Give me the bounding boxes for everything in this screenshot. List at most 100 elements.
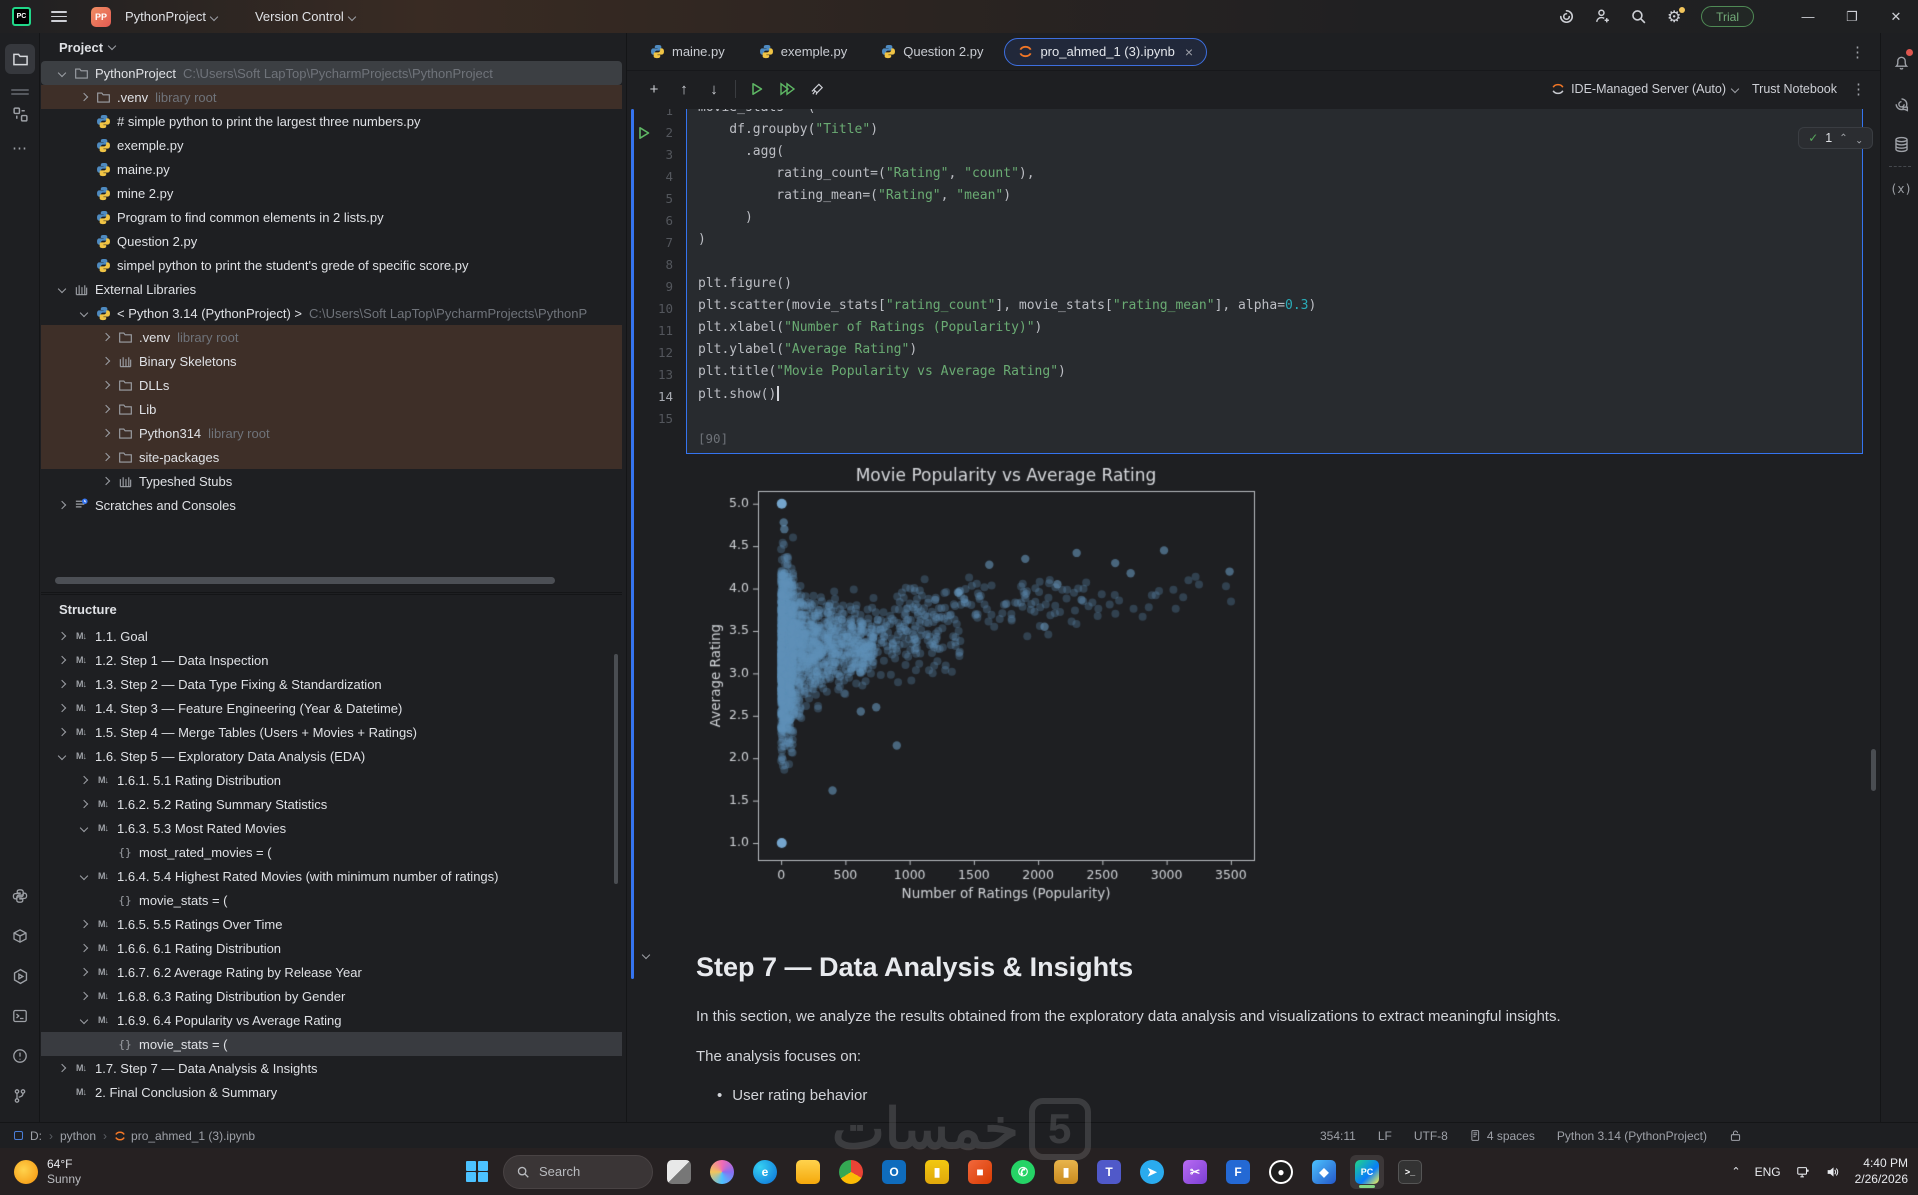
project-tree-row[interactable]: Question 2.py <box>41 229 622 253</box>
search-everywhere-icon[interactable] <box>1629 8 1647 26</box>
caret-position[interactable]: 354:11 <box>1320 1129 1356 1143</box>
project-tree-row[interactable]: mine 2.py <box>41 181 622 205</box>
structure-tree-row[interactable]: M↓ 1.6.1. 5.1 Rating Distribution <box>41 768 622 792</box>
chevron-down-icon[interactable] <box>53 284 71 294</box>
lock-icon[interactable] <box>1729 1129 1742 1142</box>
taskbar-app-powerbi[interactable]: ▮ <box>920 1155 954 1189</box>
chevron-down-icon[interactable] <box>53 68 71 78</box>
project-tool-icon[interactable] <box>5 44 35 74</box>
notifications-bell-icon[interactable] <box>1888 49 1914 75</box>
chevron-right-icon[interactable] <box>75 991 93 1001</box>
structure-tree-row[interactable]: {} movie_stats = ( <box>41 888 622 912</box>
clock[interactable]: 4:40 PM 2/26/2026 <box>1855 1156 1908 1187</box>
python-packages-icon[interactable] <box>5 881 35 911</box>
chevron-right-icon[interactable] <box>75 919 93 929</box>
minimize-button[interactable]: — <box>1786 0 1830 33</box>
tab-maine-py[interactable]: maine.py <box>637 39 738 64</box>
taskbar-app-file-explorer[interactable] <box>791 1155 825 1189</box>
structure-tree-row[interactable]: M↓ 1.6.2. 5.2 Rating Summary Statistics <box>41 792 622 816</box>
language-indicator[interactable]: ENG <box>1755 1165 1781 1179</box>
taskbar-app-whatsapp[interactable]: ✆ <box>1006 1155 1040 1189</box>
clear-outputs-icon[interactable] <box>804 76 830 102</box>
chevron-down-icon[interactable] <box>75 871 93 881</box>
toolbar-kebab-icon[interactable]: ⋮ <box>1851 80 1866 98</box>
code-line[interactable]: movie_stats = ( <box>687 109 1861 122</box>
chevron-right-icon[interactable] <box>75 775 93 785</box>
chevron-down-icon[interactable] <box>107 41 117 51</box>
code-line[interactable]: plt.title("Movie Popularity vs Average R… <box>687 364 1861 386</box>
code-line[interactable]: ) <box>687 210 1861 232</box>
chevron-right-icon[interactable] <box>97 404 115 414</box>
tab-question-2-py[interactable]: Question 2.py <box>868 39 996 64</box>
code-line[interactable]: plt.show() <box>687 386 1861 408</box>
project-tree-row[interactable]: Scratches and Consoles <box>41 493 622 517</box>
taskbar-app-office[interactable]: ■ <box>963 1155 997 1189</box>
taskbar-app-pycharm[interactable]: PC <box>1350 1154 1384 1189</box>
settings-gear-icon[interactable]: ⚙ <box>1665 6 1686 26</box>
prev-cell-icon[interactable]: ⌃ <box>1839 133 1847 144</box>
structure-tree-row[interactable]: M↓ 1.6.3. 5.3 Most Rated Movies <box>41 816 622 840</box>
chevron-right-icon[interactable] <box>75 799 93 809</box>
chevron-right-icon[interactable] <box>75 92 93 102</box>
taskbar-app-terminal[interactable]: >_ <box>1393 1155 1427 1189</box>
structure-tree-row[interactable]: M↓ 1.2. Step 1 — Data Inspection <box>41 648 622 672</box>
breadcrumb-drive[interactable]: D: <box>30 1129 42 1143</box>
taskbar-app-paint3d[interactable]: ◆ <box>1307 1155 1341 1189</box>
tab-options-icon[interactable]: ⋮ <box>1850 43 1866 61</box>
chevron-right-icon[interactable] <box>53 679 71 689</box>
weather-widget[interactable]: 64°F Sunny <box>14 1157 81 1187</box>
code-line[interactable]: df.groupby("Title") <box>687 122 1861 144</box>
structure-tree-row[interactable]: M↓ 1.6.9. 6.4 Popularity vs Average Ratin… <box>41 1008 622 1032</box>
commit-tool-icon[interactable] <box>5 99 35 129</box>
add-cell-icon[interactable]: + <box>641 76 667 102</box>
chevron-right-icon[interactable] <box>97 332 115 342</box>
breadcrumb-file[interactable]: pro_ahmed_1 (3).ipynb <box>131 1129 255 1143</box>
chevron-right-icon[interactable] <box>97 428 115 438</box>
project-menu[interactable]: PythonProject <box>119 5 223 28</box>
close-tab-icon[interactable]: × <box>1185 44 1193 60</box>
chevron-right-icon[interactable] <box>97 356 115 366</box>
run-tool-icon[interactable] <box>5 961 35 991</box>
project-tree-row[interactable]: Python314 library root <box>41 421 622 445</box>
structure-tree-row[interactable]: {} movie_stats = ( <box>41 1032 622 1056</box>
ai-assistant-icon[interactable] <box>1557 8 1575 26</box>
chevron-right-icon[interactable] <box>53 727 71 737</box>
tab-pro-ahmed-1-3-ipynb[interactable]: pro_ahmed_1 (3).ipynb × <box>1004 37 1208 66</box>
project-tree-row[interactable]: Lib <box>41 397 622 421</box>
run-all-cells-icon[interactable] <box>774 76 800 102</box>
project-tree-row[interactable]: # simple python to print the largest thr… <box>41 109 622 133</box>
run-cell-gutter-icon[interactable] <box>637 126 651 140</box>
code-line[interactable]: plt.figure() <box>687 276 1861 298</box>
project-tree-row[interactable]: External Libraries <box>41 277 622 301</box>
vertical-scrollbar[interactable] <box>614 654 618 884</box>
project-tree-row[interactable]: .venv library root <box>41 85 622 109</box>
chevron-down-icon[interactable] <box>75 1015 93 1025</box>
next-cell-icon[interactable]: ⌃ <box>1855 133 1863 144</box>
close-button[interactable]: ✕ <box>1874 0 1918 33</box>
main-menu-icon[interactable] <box>51 11 67 22</box>
line-ending[interactable]: LF <box>1378 1129 1392 1143</box>
code-line[interactable]: plt.xlabel("Number of Ratings (Popularit… <box>687 320 1861 342</box>
taskbar-app-teams[interactable]: T <box>1092 1155 1126 1189</box>
structure-tree-row[interactable]: M↓ 1.6. Step 5 — Exploratory Data Analysi… <box>41 744 622 768</box>
trial-badge[interactable]: Trial <box>1701 6 1754 27</box>
chevron-right-icon[interactable] <box>53 655 71 665</box>
chevron-down-icon[interactable] <box>53 751 71 761</box>
code-line[interactable]: plt.ylabel("Average Rating") <box>687 342 1861 364</box>
database-icon[interactable] <box>1888 131 1914 157</box>
move-cell-down-icon[interactable]: ↓ <box>701 76 727 102</box>
project-tree-row[interactable]: Binary Skeletons <box>41 349 622 373</box>
project-tree-row[interactable]: exemple.py <box>41 133 622 157</box>
breadcrumb-folder[interactable]: python <box>60 1129 96 1143</box>
volume-icon[interactable] <box>1825 1165 1841 1179</box>
structure-tree-row[interactable]: M↓ 1.4. Step 3 — Feature Engineering (Yea… <box>41 696 622 720</box>
project-tree-row[interactable]: site-packages <box>41 445 622 469</box>
chevron-right-icon[interactable] <box>97 476 115 486</box>
taskbar-app-telegram[interactable]: ➤ <box>1135 1155 1169 1189</box>
structure-tree-row[interactable]: M↓ 1.6.4. 5.4 Highest Rated Movies (with … <box>41 864 622 888</box>
chevron-right-icon[interactable] <box>53 631 71 641</box>
project-tree-row[interactable]: Program to find common elements in 2 lis… <box>41 205 622 229</box>
horizontal-scrollbar[interactable] <box>55 577 555 584</box>
chevron-right-icon[interactable] <box>53 1063 71 1073</box>
structure-tree-row[interactable]: {} most_rated_movies = ( <box>41 840 622 864</box>
